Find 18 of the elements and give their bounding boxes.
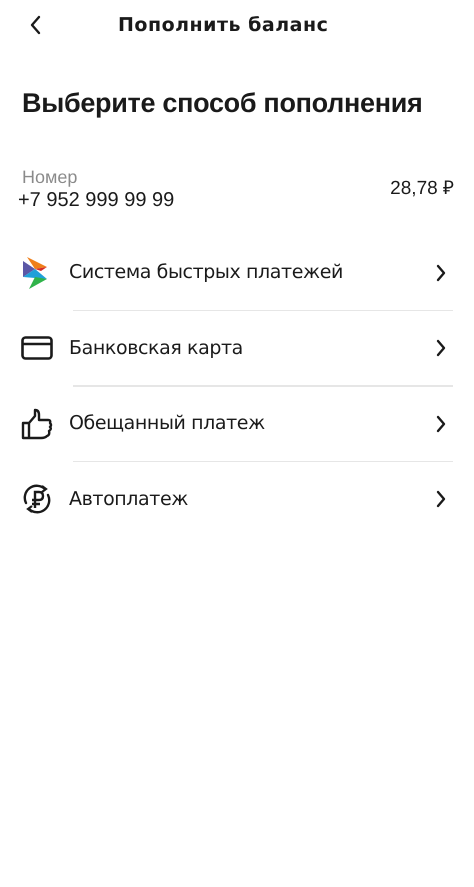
payment-method-row[interactable]: Система быстрых платежей [0, 236, 474, 310]
ruble-refresh-icon [21, 483, 53, 515]
payment-method-row[interactable]: Банковская карта [0, 311, 474, 385]
chevron-right-icon [436, 264, 446, 282]
chevron-right-icon [436, 414, 446, 432]
screen-title: Пополнить баланс [118, 12, 328, 38]
chevron-right-icon [436, 490, 446, 508]
payment-method-row[interactable]: Обещанный платеж [0, 386, 474, 460]
sbp-logo-icon [21, 256, 49, 288]
chevron-right-icon [436, 339, 446, 357]
balance: 28,78 ₽ [390, 177, 454, 201]
payment-method-row[interactable]: Автоплатеж [0, 462, 474, 536]
phone-number: +7 952 999 99 99 [18, 188, 174, 212]
back-icon[interactable] [30, 15, 42, 35]
card-icon [21, 336, 53, 360]
number-label: Номер [21, 166, 78, 188]
page-heading: Выберите способ пополнения [21, 87, 424, 120]
thumbs-up-icon [21, 408, 53, 440]
